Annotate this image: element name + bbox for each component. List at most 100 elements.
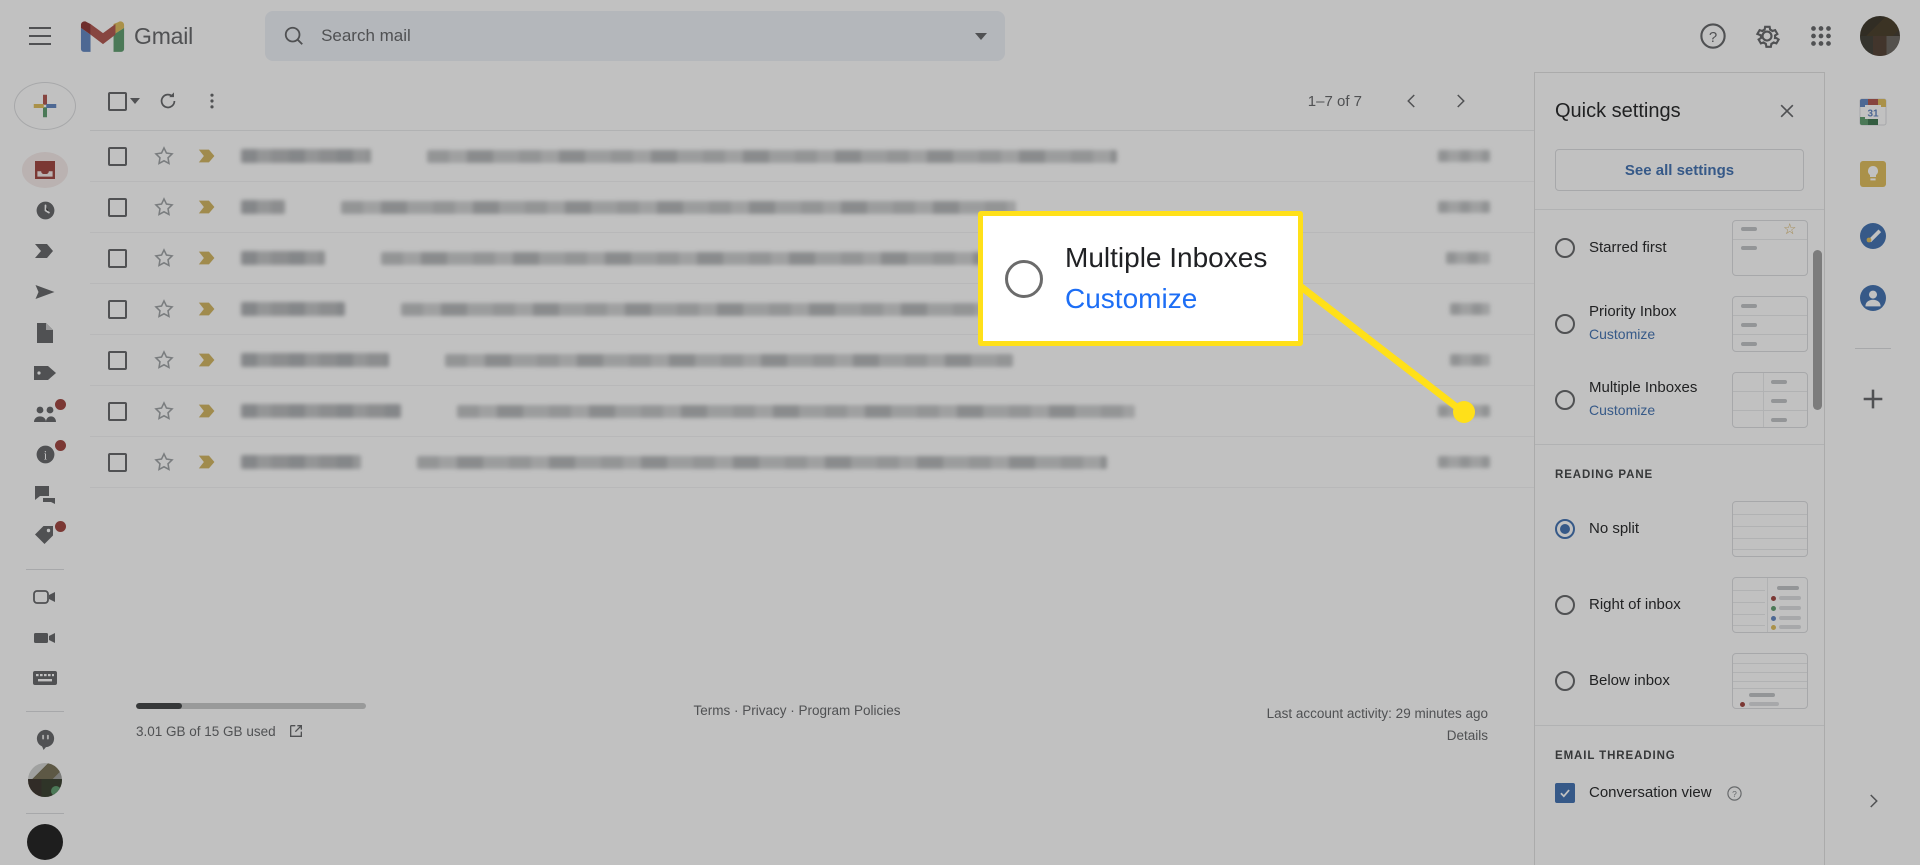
- sidebar-item-contact-avatar[interactable]: [22, 763, 68, 799]
- reading-pane-option[interactable]: Below inbox: [1535, 643, 1824, 719]
- callout-radio[interactable]: [1005, 259, 1043, 298]
- select-all-checkbox[interactable]: [102, 79, 146, 123]
- prev-page-button[interactable]: [1392, 81, 1432, 121]
- conversation-view-checkbox[interactable]: [1555, 783, 1575, 804]
- google-tasks-icon[interactable]: [1857, 220, 1889, 252]
- important-chevron-icon[interactable]: [197, 145, 219, 167]
- radio-multiple-inboxes[interactable]: [1555, 390, 1575, 410]
- important-chevron-icon[interactable]: [197, 349, 219, 371]
- star-icon[interactable]: [153, 196, 175, 218]
- see-all-settings-button[interactable]: See all settings: [1555, 149, 1804, 191]
- table-row[interactable]: [90, 131, 1534, 182]
- add-app-icon[interactable]: [1857, 383, 1889, 415]
- radio-right-of-inbox[interactable]: [1555, 595, 1575, 615]
- multiple-inboxes-thumb[interactable]: [1732, 372, 1808, 428]
- sidebar-item-drafts[interactable]: [22, 315, 68, 351]
- google-contacts-icon[interactable]: [1857, 282, 1889, 314]
- footer-links[interactable]: Terms · Privacy · Program Policies: [436, 703, 1158, 718]
- table-row[interactable]: [90, 284, 1534, 335]
- compose-button[interactable]: [14, 82, 76, 131]
- no-split-thumb[interactable]: [1732, 501, 1808, 557]
- more-options-button[interactable]: [190, 79, 234, 123]
- chevron-down-icon[interactable]: [975, 32, 988, 40]
- star-icon[interactable]: [153, 400, 175, 422]
- table-row[interactable]: [90, 437, 1534, 488]
- quick-settings-scroll-area[interactable]: Starred first ☆ Priority Inbox Customize Mul…: [1535, 210, 1824, 865]
- important-chevron-icon[interactable]: [197, 451, 219, 473]
- priority-inbox-thumb[interactable]: [1732, 296, 1808, 352]
- quick-settings-scrollbar[interactable]: [1813, 250, 1822, 410]
- sidebar-item-new-meeting[interactable]: [22, 579, 68, 615]
- google-calendar-icon[interactable]: 31: [1857, 96, 1889, 128]
- row-checkbox[interactable]: [108, 197, 127, 217]
- row-checkbox[interactable]: [108, 299, 127, 319]
- table-row[interactable]: [90, 182, 1534, 233]
- row-checkbox[interactable]: [108, 350, 127, 370]
- starred-first-thumb[interactable]: ☆: [1732, 220, 1808, 276]
- sidebar-item-profile[interactable]: [22, 823, 68, 860]
- sidebar-item-sent[interactable]: [22, 274, 68, 310]
- next-page-button[interactable]: [1440, 81, 1480, 121]
- gear-icon[interactable]: [1752, 21, 1782, 51]
- radio-starred-first[interactable]: [1555, 238, 1575, 258]
- row-checkbox[interactable]: [108, 452, 127, 472]
- sidebar-item-categories[interactable]: [22, 356, 68, 392]
- activity-details-link[interactable]: Details: [1158, 725, 1488, 747]
- radio-below-inbox[interactable]: [1555, 671, 1575, 691]
- reading-pane-option[interactable]: No split: [1535, 491, 1824, 567]
- open-in-new-icon[interactable]: [288, 723, 304, 739]
- search-input[interactable]: [321, 26, 960, 46]
- row-checkbox[interactable]: [108, 146, 127, 166]
- chevron-down-icon[interactable]: [130, 98, 140, 104]
- expand-side-panel-button[interactable]: [1855, 783, 1891, 819]
- help-icon[interactable]: ?: [1698, 21, 1728, 51]
- sidebar-item-join-meeting[interactable]: [22, 620, 68, 656]
- reading-pane-option[interactable]: Right of inbox: [1535, 567, 1824, 643]
- help-circle-icon[interactable]: ?: [1726, 785, 1743, 802]
- star-icon[interactable]: [153, 349, 175, 371]
- sidebar-item-social[interactable]: [22, 396, 68, 432]
- row-checkbox[interactable]: [108, 248, 127, 268]
- star-icon[interactable]: [153, 451, 175, 473]
- search-bar[interactable]: [265, 11, 1006, 61]
- sidebar-item-forums[interactable]: [22, 477, 68, 513]
- star-icon[interactable]: [153, 298, 175, 320]
- sidebar-item-inbox[interactable]: [22, 152, 68, 189]
- hamburger-menu-icon[interactable]: [16, 12, 64, 60]
- row-checkbox[interactable]: [108, 401, 127, 421]
- account-activity: Last account activity: 29 minutes ago De…: [1158, 703, 1488, 746]
- gmail-logo[interactable]: Gmail: [80, 19, 193, 54]
- customize-link[interactable]: Customize: [1589, 399, 1718, 423]
- sidebar-item-snoozed[interactable]: [22, 193, 68, 229]
- customize-link[interactable]: Customize: [1589, 323, 1718, 347]
- below-inbox-thumb[interactable]: [1732, 653, 1808, 709]
- right-of-inbox-thumb[interactable]: [1732, 577, 1808, 633]
- apps-grid-icon[interactable]: [1806, 21, 1836, 51]
- important-chevron-icon[interactable]: [197, 298, 219, 320]
- avatar[interactable]: [1860, 16, 1900, 56]
- inbox-type-option[interactable]: Starred first ☆: [1535, 210, 1824, 286]
- important-chevron-icon[interactable]: [197, 247, 219, 269]
- inbox-type-option[interactable]: Priority Inbox Customize: [1535, 286, 1824, 362]
- close-icon[interactable]: [1770, 94, 1804, 128]
- callout-customize-link[interactable]: Customize: [1065, 279, 1267, 320]
- table-row[interactable]: [90, 335, 1534, 386]
- radio-no-split[interactable]: [1555, 519, 1575, 539]
- table-row[interactable]: [90, 233, 1534, 284]
- google-keep-icon[interactable]: [1857, 158, 1889, 190]
- sidebar-item-chat[interactable]: [22, 722, 68, 758]
- conversation-view-row[interactable]: Conversation view ?: [1535, 772, 1824, 815]
- sidebar-item-promotions[interactable]: [22, 518, 68, 554]
- star-icon[interactable]: [153, 247, 175, 269]
- star-icon[interactable]: [153, 145, 175, 167]
- radio-priority-inbox[interactable]: [1555, 314, 1575, 334]
- inbox-type-option[interactable]: Multiple Inboxes Customize: [1535, 362, 1824, 438]
- sidebar-item-updates[interactable]: i: [22, 437, 68, 473]
- sidebar-item-important[interactable]: [22, 234, 68, 270]
- table-row[interactable]: [90, 386, 1534, 437]
- sidebar-item-keyboard[interactable]: [22, 661, 68, 697]
- important-chevron-icon[interactable]: [197, 196, 219, 218]
- important-chevron-icon[interactable]: [197, 400, 219, 422]
- refresh-button[interactable]: [146, 79, 190, 123]
- activity-text: Last account activity: 29 minutes ago: [1266, 706, 1488, 721]
